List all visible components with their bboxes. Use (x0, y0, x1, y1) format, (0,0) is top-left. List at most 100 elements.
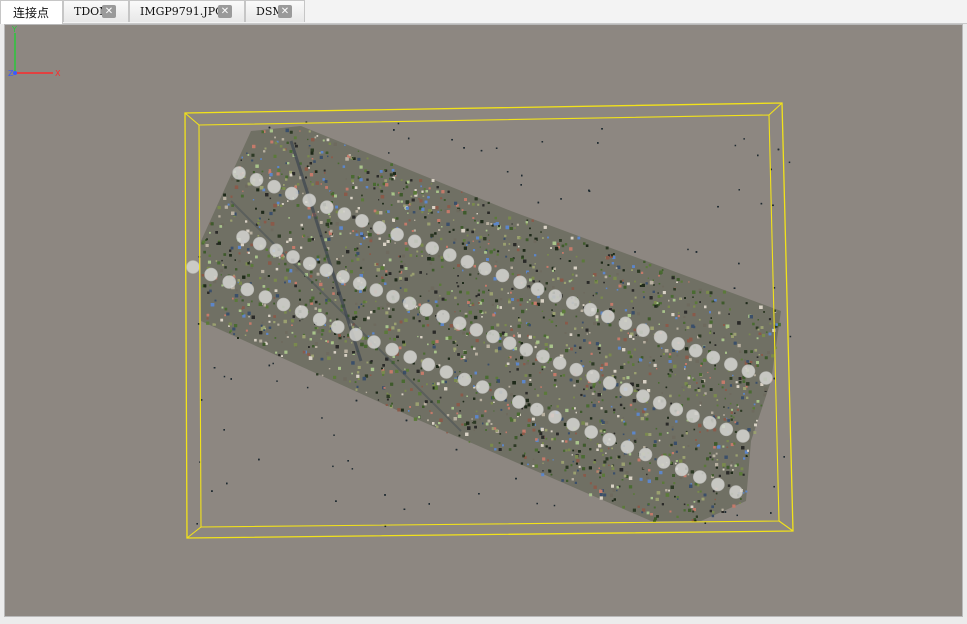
cloud-point (472, 240, 474, 242)
cloud-point (454, 296, 457, 300)
cloud-point (333, 434, 335, 436)
cloud-point (381, 370, 385, 374)
cloud-point (532, 423, 535, 426)
cloud-point (351, 372, 353, 375)
cloud-point (268, 320, 271, 323)
cloud-point (753, 431, 757, 434)
cloud-point (343, 336, 345, 338)
tab-tdom[interactable]: TDOM ✕ (63, 0, 129, 22)
cloud-point (261, 210, 265, 214)
cloud-point (245, 220, 248, 223)
cloud-point (387, 307, 390, 310)
cloud-point (531, 417, 535, 421)
cloud-point (308, 167, 310, 169)
cloud-point (728, 313, 730, 315)
cloud-point (430, 211, 433, 214)
cloud-point (417, 335, 419, 338)
cloud-point (361, 198, 365, 202)
cloud-point (570, 236, 574, 240)
cloud-point (669, 353, 672, 356)
cloud-point (229, 254, 232, 257)
cloud-point (463, 246, 467, 250)
cloud-point (693, 305, 696, 308)
close-icon[interactable]: ✕ (218, 5, 232, 18)
cloud-point (293, 136, 297, 140)
cloud-point (743, 392, 745, 395)
cloud-point (589, 448, 592, 451)
3d-viewport[interactable]: X Y Z (4, 24, 963, 617)
cloud-point (304, 303, 308, 307)
cloud-point (391, 402, 393, 405)
point-cloud-scene[interactable] (5, 25, 962, 616)
cloud-point (619, 403, 623, 407)
cloud-point (527, 287, 530, 290)
cloud-point (273, 278, 277, 282)
cloud-point (310, 302, 314, 305)
cloud-point (542, 316, 545, 319)
cloud-point (547, 236, 549, 239)
cloud-point (616, 486, 619, 489)
cloud-point (684, 329, 687, 331)
cloud-point (605, 287, 608, 290)
cloud-point (681, 386, 684, 388)
cloud-point (611, 467, 615, 470)
cloud-point (354, 186, 358, 189)
cloud-point (519, 237, 522, 239)
cloud-point (711, 458, 714, 461)
cloud-point (473, 228, 476, 231)
cloud-point (342, 165, 346, 168)
cloud-point (333, 351, 337, 354)
cloud-point (299, 298, 301, 301)
cloud-point (601, 399, 604, 402)
cloud-point (399, 276, 403, 280)
tab-tie-points[interactable]: 连接点 (0, 0, 63, 24)
cloud-point (534, 388, 536, 390)
cloud-point (570, 347, 573, 351)
cloud-point (588, 341, 592, 345)
cloud-point (768, 318, 771, 321)
cloud-point (453, 417, 457, 421)
cloud-point (395, 369, 399, 373)
cloud-point (717, 445, 721, 449)
cloud-point (427, 222, 431, 226)
cloud-point (421, 385, 423, 388)
close-icon[interactable]: ✕ (102, 5, 116, 18)
cloud-point (553, 373, 557, 377)
tab-dsm[interactable]: DSM ✕ (245, 0, 305, 22)
cloud-point (275, 267, 279, 271)
cloud-point (288, 238, 293, 242)
cloud-point (238, 281, 242, 285)
tab-imgp9791[interactable]: IMGP9791.JPG ✕ (129, 0, 245, 22)
cloud-point (471, 302, 474, 305)
cloud-point (598, 381, 601, 384)
cloud-point (261, 269, 265, 274)
cloud-point (565, 344, 568, 347)
cloud-point (742, 473, 745, 476)
cloud-point (640, 271, 644, 274)
cloud-point (661, 503, 664, 506)
cloud-point (224, 205, 228, 209)
cloud-point (206, 317, 209, 320)
cloud-point (414, 189, 417, 191)
cloud-point (650, 326, 654, 330)
cloud-point (727, 484, 731, 487)
cloud-point (224, 307, 228, 311)
cloud-point (373, 323, 377, 326)
cloud-point (753, 403, 756, 406)
cloud-point (730, 464, 733, 467)
close-icon[interactable]: ✕ (278, 5, 292, 18)
cloud-point (427, 299, 430, 302)
cloud-point (773, 485, 775, 488)
cloud-point (703, 394, 705, 396)
cloud-point (319, 282, 323, 287)
cloud-point (538, 429, 541, 433)
cloud-point (709, 330, 712, 332)
cloud-point (729, 308, 731, 311)
cloud-point (441, 297, 445, 301)
cloud-point (580, 393, 583, 397)
cloud-point (309, 274, 313, 278)
cloud-point (356, 374, 360, 378)
cloud-point (544, 343, 548, 346)
cloud-point (541, 473, 545, 477)
cloud-point (613, 411, 616, 414)
